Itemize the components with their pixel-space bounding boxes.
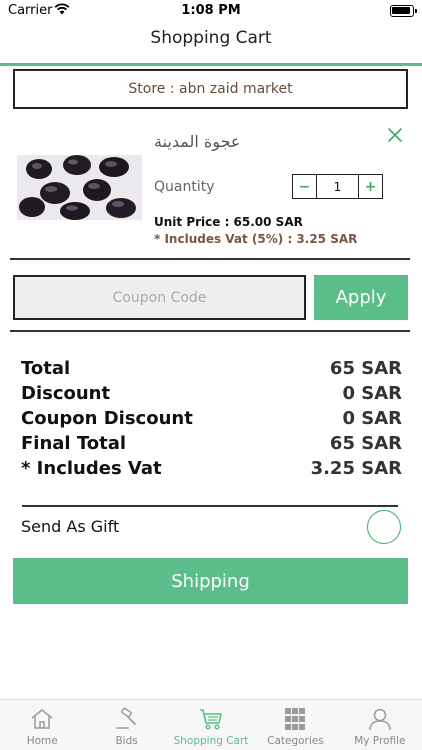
store-label: Store : abn zaid market [13,69,408,109]
send-as-gift-label: Send As Gift [21,517,120,536]
home-icon [29,706,55,732]
divider [10,330,410,332]
shipping-button[interactable]: Shipping [13,558,408,604]
summary-value: 65 SAR [329,433,402,454]
summary-row-discount: Discount 0 SAR [21,383,402,404]
summary-label: Final Total [21,433,127,454]
summary-row-final-total: Final Total 65 SAR [21,433,402,454]
gift-divider [22,505,398,507]
divider [10,258,410,260]
summary-value: 0 SAR [342,408,402,429]
tab-label: Bids [115,735,138,747]
clock: 1:08 PM [181,3,241,18]
battery-icon [390,5,417,17]
tab-label: Home [26,735,58,747]
product-image [17,155,142,220]
summary-label: Coupon Discount [21,408,193,429]
quantity-increase-button[interactable]: + [358,175,382,198]
quantity-decrease-button[interactable]: − [293,175,317,198]
summary-value: 3.25 SAR [310,458,402,479]
gavel-icon [114,706,140,732]
tab-label: My Profile [354,735,406,747]
cart-icon [198,706,224,732]
grid-icon [282,706,308,732]
quantity-value: 1 [333,179,342,194]
remove-item-button[interactable] [386,126,404,144]
tab-categories[interactable]: Categories [253,700,337,750]
apply-coupon-button[interactable]: Apply [314,275,408,320]
unit-price: Unit Price : 65.00 SAR [154,215,303,229]
quantity-stepper: − 1 + [292,174,383,199]
tab-my-profile[interactable]: My Profile [338,700,422,750]
tab-bids[interactable]: Bids [84,700,168,750]
summary-value: 0 SAR [342,383,402,404]
tab-bar: Home Bids Shopping Cart Categories My Pr… [0,699,422,750]
send-as-gift-toggle[interactable] [367,510,401,544]
tab-home[interactable]: Home [0,700,84,750]
person-icon [367,706,393,732]
summary-label: Discount [21,383,111,404]
product-name: عجوة المدينة [154,132,241,151]
quantity-label: Quantity [154,179,215,195]
summary-row-vat: * Includes Vat 3.25 SAR [21,458,402,479]
tab-label: Categories [267,735,324,747]
coupon-code-input[interactable] [13,275,306,320]
tab-label: Shopping Cart [173,735,249,747]
summary-row-total: Total 65 SAR [21,358,402,379]
summary-value: 65 SAR [329,358,402,379]
status-bar: Carrier 1:08 PM [0,0,422,22]
summary-label: Total [21,358,71,379]
summary-row-coupon-discount: Coupon Discount 0 SAR [21,408,402,429]
page-title: Shopping Cart [150,28,272,48]
header-divider [0,63,422,66]
tab-shopping-cart[interactable]: Shopping Cart [169,700,253,750]
item-vat: * Includes Vat (5%) : 3.25 SAR [154,232,358,246]
close-icon [388,128,402,142]
summary-label: * Includes Vat [21,458,162,479]
